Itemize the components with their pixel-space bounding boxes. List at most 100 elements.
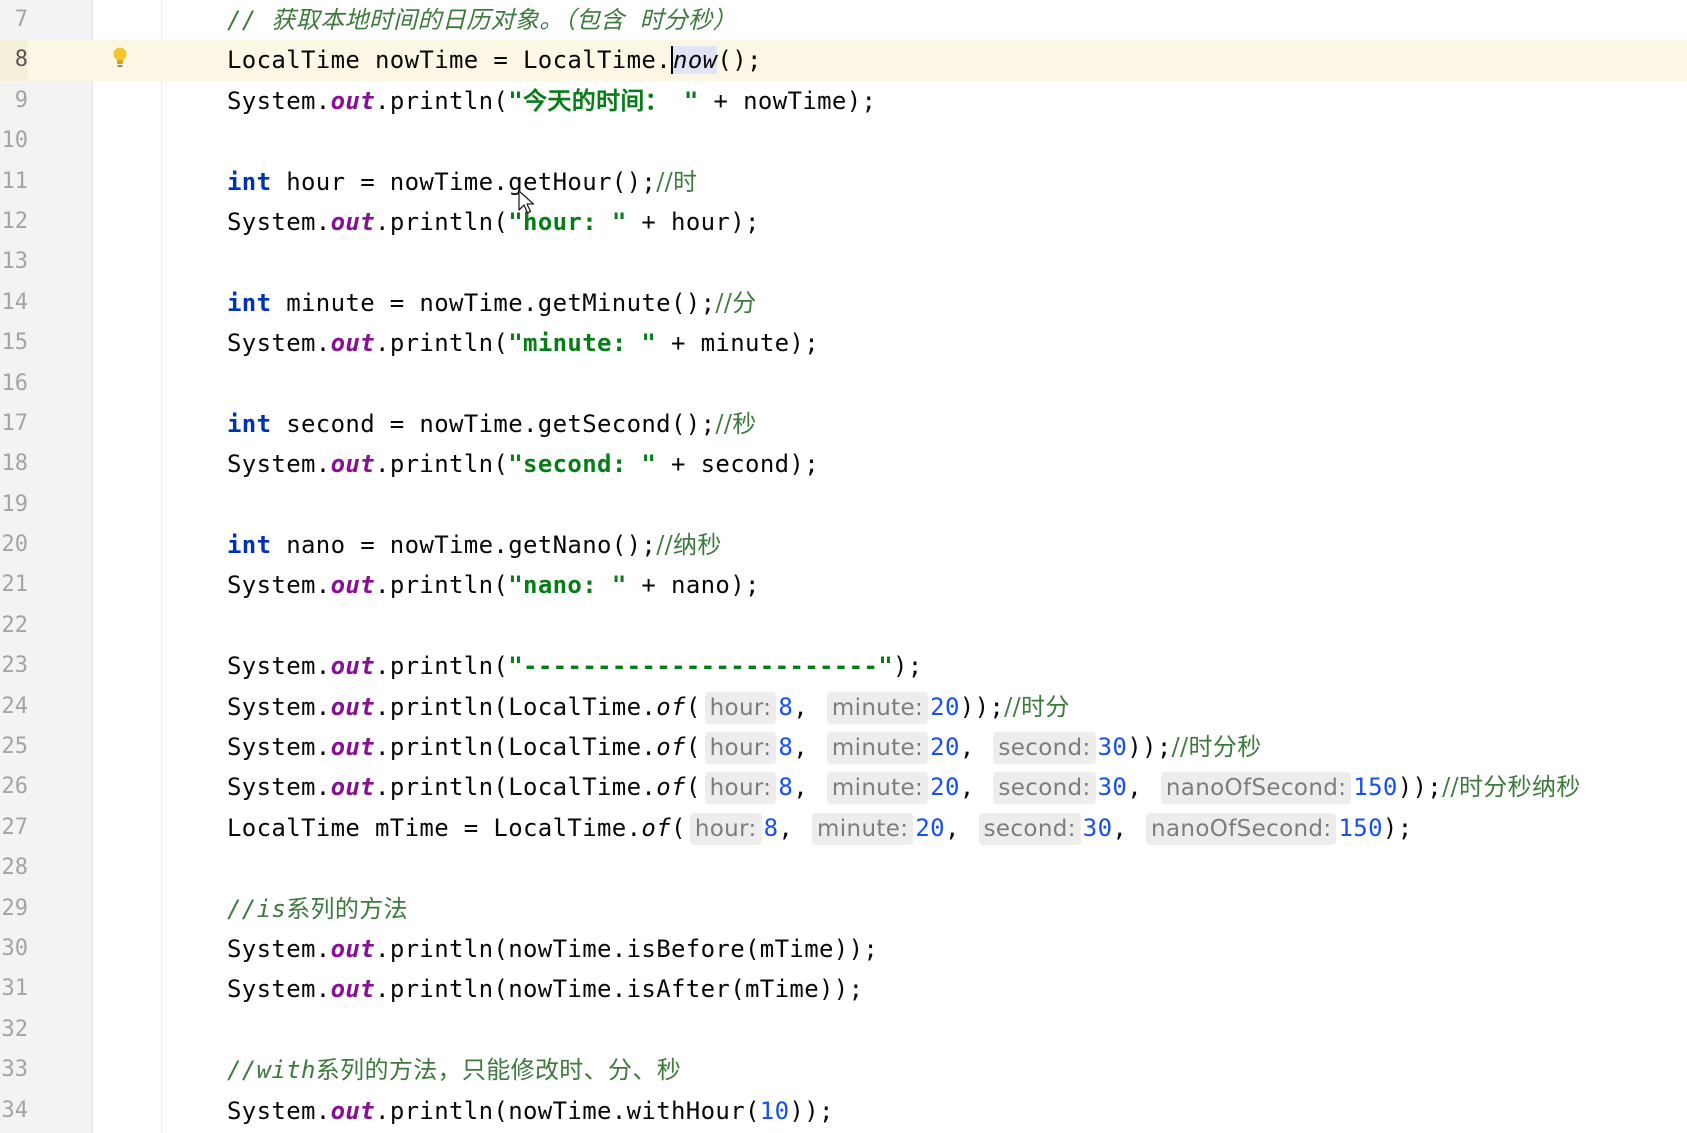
line-number: 22 bbox=[1, 612, 29, 638]
code-text: . bbox=[315, 975, 331, 1004]
line-number: 25 bbox=[1, 734, 29, 760]
code-line[interactable]: 33 //with系列的方法，只能修改时、分、秒 bbox=[0, 1050, 1687, 1090]
code-line[interactable]: 22 bbox=[0, 606, 1687, 646]
code-text: System bbox=[227, 571, 316, 600]
code-line[interactable]: 20 int nano = nowTime.getNano();//纳秒 bbox=[0, 525, 1687, 565]
code-text: , bbox=[959, 773, 990, 802]
number-literal: 20 bbox=[930, 692, 960, 721]
comment: // 获取本地时间的日历对象。（包含 时分秒） bbox=[227, 6, 737, 34]
param-hint: minute: bbox=[826, 772, 929, 805]
code-text: hour = nowTime.getHour(); bbox=[271, 167, 657, 196]
keyword: int bbox=[227, 288, 272, 317]
param-hint: second: bbox=[993, 772, 1096, 805]
code-text: System bbox=[227, 773, 316, 802]
code-text: mTime = LocalTime. bbox=[360, 813, 642, 842]
code-line-current[interactable]: 8 LocalTime nowTime = LocalTime.now(); bbox=[0, 40, 1687, 81]
code-line[interactable]: 13 bbox=[0, 242, 1687, 282]
line-number: 26 bbox=[1, 774, 29, 800]
code-line[interactable]: 27 LocalTime mTime = LocalTime.of(hour: 8… bbox=[0, 808, 1687, 848]
code-line[interactable]: 7 // 获取本地时间的日历对象。（包含 时分秒） bbox=[0, 0, 1687, 40]
line-number: 16 bbox=[1, 370, 29, 396]
field-out: out bbox=[330, 1096, 376, 1125]
code-text: .println( bbox=[375, 652, 509, 681]
code-line[interactable]: 31 System.out.println(nowTime.isAfter(mT… bbox=[0, 969, 1687, 1009]
line-number: 11 bbox=[1, 168, 29, 194]
line-number: 32 bbox=[1, 1016, 29, 1042]
field-out: out bbox=[330, 86, 376, 115]
code-editor[interactable]: 7 // 获取本地时间的日历对象。（包含 时分秒） 8 LocalTime no… bbox=[0, 0, 1687, 1133]
code-text: .println(LocalTime. bbox=[375, 733, 657, 762]
field-out: out bbox=[330, 571, 376, 600]
number-literal: 8 bbox=[778, 692, 794, 721]
code-line[interactable]: 12 System.out.println("hour: " + hour); bbox=[0, 202, 1687, 242]
code-text: ( bbox=[671, 813, 686, 842]
line-number: 28 bbox=[1, 855, 29, 881]
comment: //with bbox=[227, 1056, 316, 1085]
line-number: 14 bbox=[1, 289, 29, 315]
code-text: nano = nowTime.getNano(); bbox=[271, 531, 657, 560]
code-text: . bbox=[315, 450, 331, 479]
string-literal: "second: " bbox=[508, 450, 657, 479]
code-line[interactable]: 21 System.out.println("nano: " + nano); bbox=[0, 565, 1687, 605]
comment: //纳秒 bbox=[656, 531, 722, 560]
code-text: ( bbox=[685, 773, 701, 802]
code-text: System bbox=[227, 652, 316, 681]
code-text: )); bbox=[789, 1096, 834, 1125]
code-text: ); bbox=[893, 652, 923, 681]
code-text: . bbox=[315, 1096, 331, 1125]
line-number: 34 bbox=[1, 1097, 29, 1123]
code-line[interactable]: 11 int hour = nowTime.getHour();//时 bbox=[0, 162, 1687, 202]
code-text: .println( bbox=[375, 571, 509, 600]
method-now[interactable]: now bbox=[671, 46, 718, 75]
comment: //时分秒纳秒 bbox=[1442, 773, 1581, 802]
code-text: . bbox=[656, 46, 672, 75]
code-text: System bbox=[227, 733, 316, 762]
line-number: 17 bbox=[1, 410, 29, 436]
number-literal: 20 bbox=[930, 733, 960, 762]
code-text: ( bbox=[685, 733, 701, 762]
code-text: System bbox=[227, 692, 316, 721]
code-line[interactable]: 32 bbox=[0, 1010, 1687, 1050]
code-line[interactable]: 19 bbox=[0, 485, 1687, 525]
code-line[interactable]: 14 int minute = nowTime.getMinute();//分 bbox=[0, 283, 1687, 323]
intention-bulb-icon[interactable] bbox=[112, 46, 128, 70]
param-hint: nanoOfSecond: bbox=[1160, 772, 1352, 805]
code-text: , bbox=[1127, 773, 1157, 802]
number-literal: 8 bbox=[778, 733, 794, 762]
line-number: 18 bbox=[1, 451, 29, 477]
number-literal: 20 bbox=[915, 813, 945, 842]
line-number: 13 bbox=[1, 249, 29, 275]
code-line[interactable]: 10 bbox=[0, 121, 1687, 161]
field-out: out bbox=[330, 692, 376, 721]
type-name: LocalTime bbox=[227, 813, 361, 842]
code-line[interactable]: 18 System.out.println("second: " + secon… bbox=[0, 444, 1687, 484]
line-number: 21 bbox=[1, 572, 29, 598]
code-text: ( bbox=[685, 692, 701, 721]
code-line[interactable]: 28 bbox=[0, 848, 1687, 888]
param-hint: second: bbox=[978, 812, 1081, 845]
code-line[interactable]: 24 System.out.println(LocalTime.of(hour:… bbox=[0, 687, 1687, 727]
code-text: .println( bbox=[375, 207, 509, 236]
line-number: 12 bbox=[1, 208, 29, 234]
keyword: int bbox=[227, 531, 272, 560]
code-line[interactable]: 16 bbox=[0, 364, 1687, 404]
field-out: out bbox=[330, 773, 376, 802]
code-text: System bbox=[227, 86, 316, 115]
keyword: int bbox=[227, 167, 272, 196]
param-hint: nanoOfSecond: bbox=[1146, 812, 1337, 845]
code-line[interactable]: 17 int second = nowTime.getSecond();//秒 bbox=[0, 404, 1687, 444]
code-line[interactable]: 9 System.out.println("今天的时间： " + nowTime… bbox=[0, 81, 1687, 121]
code-line[interactable]: 26 System.out.println(LocalTime.of(hour:… bbox=[0, 767, 1687, 807]
code-line[interactable]: 34 System.out.println(nowTime.withHour(1… bbox=[0, 1091, 1687, 1131]
code-text: second = nowTime.getSecond(); bbox=[271, 409, 716, 438]
code-line[interactable]: 15 System.out.println("minute: " + minut… bbox=[0, 323, 1687, 363]
code-text: (); bbox=[717, 46, 762, 75]
code-line[interactable]: 23 System.out.println("-----------------… bbox=[0, 646, 1687, 686]
code-text: .println( bbox=[375, 450, 509, 479]
code-text: . bbox=[315, 652, 331, 681]
code-line[interactable]: 30 System.out.println(nowTime.isBefore(m… bbox=[0, 929, 1687, 969]
line-number: 27 bbox=[1, 814, 29, 840]
code-line[interactable]: 29 //is系列的方法 bbox=[0, 889, 1687, 929]
code-text: , bbox=[793, 733, 823, 762]
code-line[interactable]: 25 System.out.println(LocalTime.of(hour:… bbox=[0, 727, 1687, 767]
